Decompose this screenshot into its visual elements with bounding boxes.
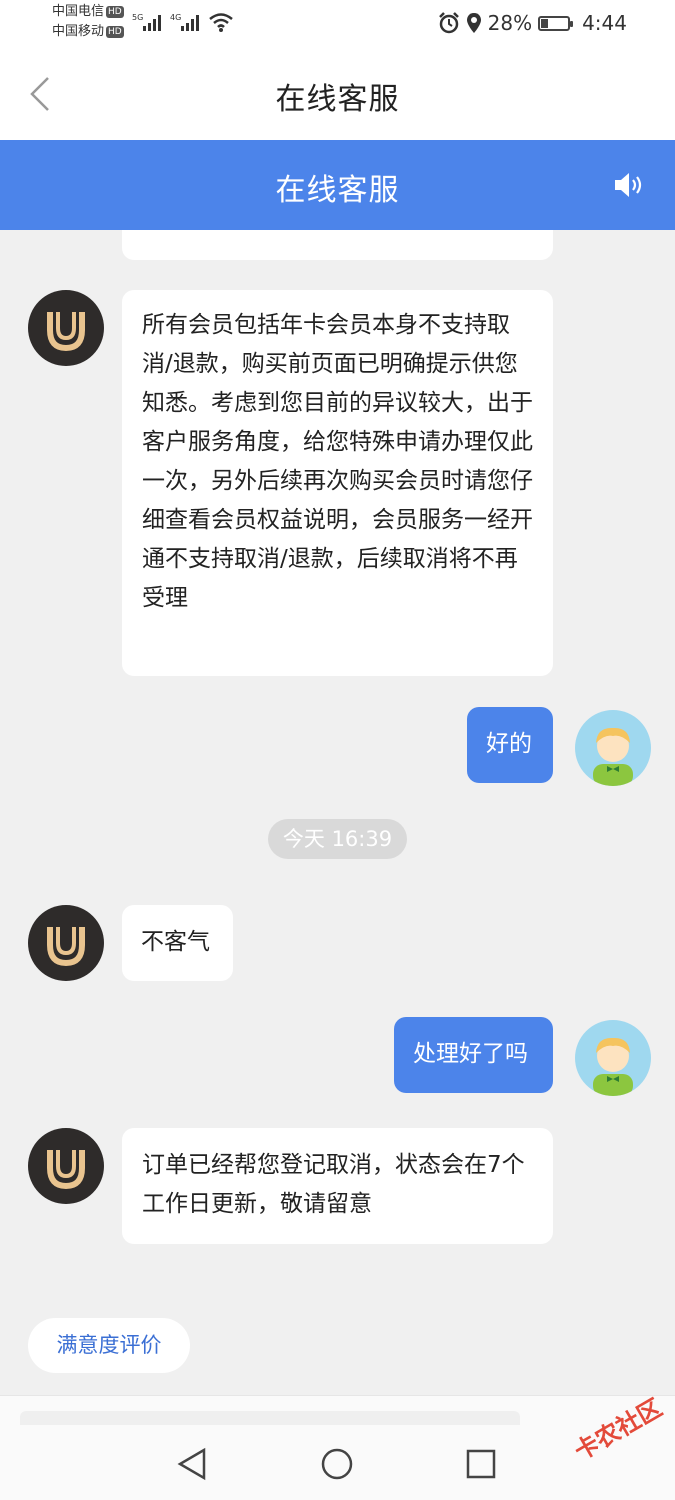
nav-back-icon[interactable] [176, 1447, 210, 1481]
svg-text:4G: 4G [170, 13, 181, 22]
chat-title: 在线客服 [275, 173, 400, 208]
nav-home-icon[interactable] [320, 1447, 354, 1481]
page-title: 在线客服 [275, 82, 400, 117]
carrier-2: 中国移动 HD [52, 24, 124, 39]
timestamp-badge: 今天 16:39 [268, 819, 407, 859]
alarm-icon [438, 12, 459, 34]
agent-avatar [28, 290, 104, 366]
clock: 4:44 [582, 11, 627, 35]
battery-icon [538, 15, 574, 31]
agent-avatar [28, 905, 104, 981]
svg-text:5G: 5G [132, 13, 143, 22]
status-bar: 中国电信 HD 中国移动 HD 5G 4G 28% 4:44 [0, 0, 675, 48]
brand-logo-icon [47, 312, 85, 352]
nav-recent-icon[interactable] [465, 1448, 497, 1480]
message-bubble-user: 好的 [467, 707, 553, 783]
message-bubble-agent: 不客气 [122, 905, 233, 981]
message-bubble-prev [122, 230, 553, 260]
brand-logo-icon [47, 1150, 85, 1190]
user-avatar [575, 1020, 651, 1096]
top-navbar: 在线客服 [0, 48, 675, 140]
brand-logo-icon [47, 927, 85, 967]
message-bubble-user: 处理好了吗 [394, 1017, 553, 1093]
signal-4g-icon: 4G [170, 13, 199, 31]
chat-area[interactable]: 所有会员包括年卡会员本身不支持取消/退款，购买前页面已明确提示供您知悉。考虑到您… [0, 230, 675, 1395]
signal-5g-icon: 5G [132, 13, 161, 31]
agent-avatar [28, 1128, 104, 1204]
user-avatar-icon [593, 1037, 633, 1096]
user-avatar-icon [593, 727, 633, 786]
location-icon [466, 13, 481, 33]
message-bubble-agent: 所有会员包括年卡会员本身不支持取消/退款，购买前页面已明确提示供您知悉。考虑到您… [122, 290, 553, 676]
chat-header: 在线客服 [0, 140, 675, 230]
user-avatar [575, 710, 651, 786]
battery-percent: 28% [487, 11, 533, 35]
wifi-icon [209, 13, 233, 32]
speaker-icon[interactable] [613, 170, 645, 200]
message-bubble-agent: 订单已经帮您登记取消，状态会在7个工作日更新，敬请留意 [122, 1128, 553, 1244]
carrier-1: 中国电信 HD [52, 4, 124, 19]
satisfaction-rating-button[interactable]: 满意度评价 [28, 1318, 190, 1373]
status-right: 28% 4:44 [438, 11, 627, 35]
